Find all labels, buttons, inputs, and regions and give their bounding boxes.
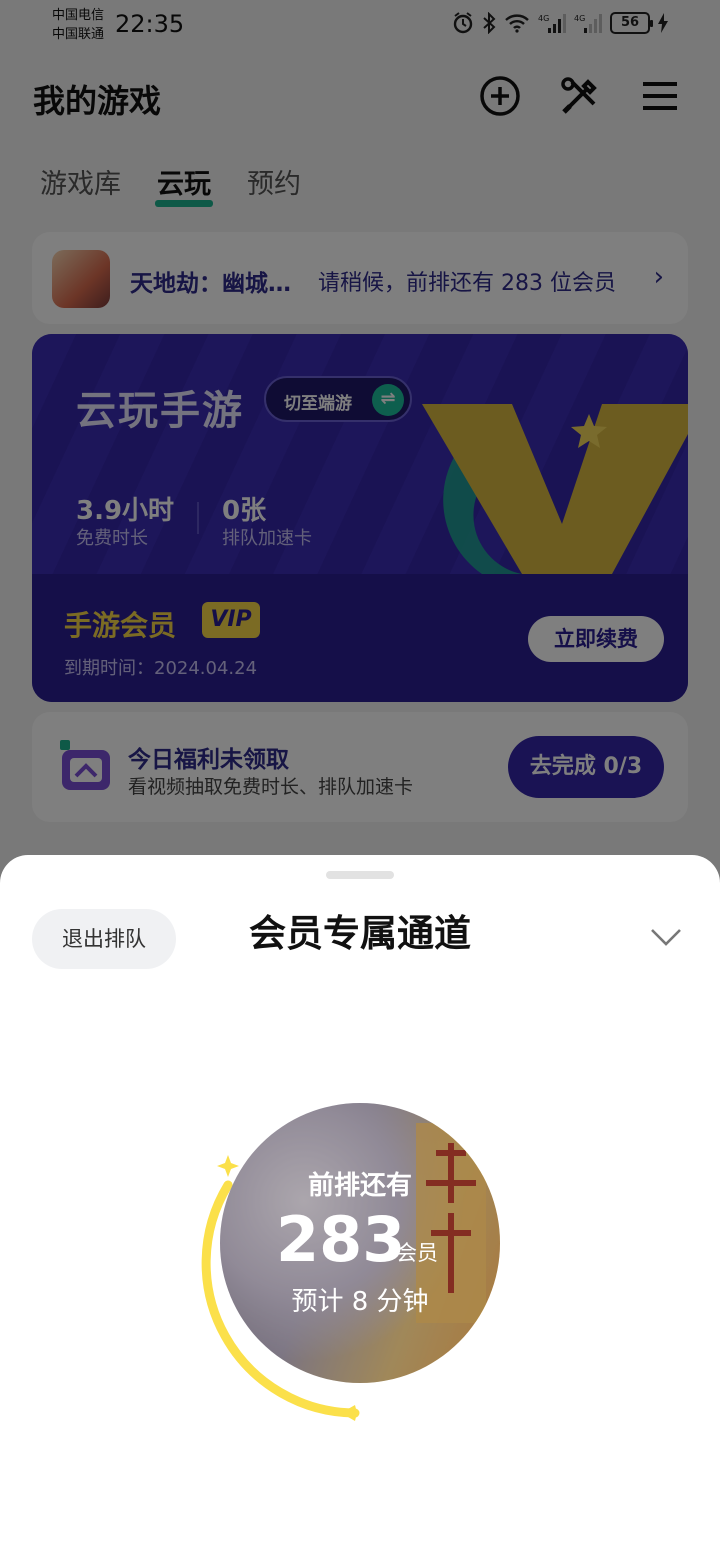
sheet-title: 会员专属通道 bbox=[249, 912, 471, 955]
queue-unit: 会员 bbox=[396, 1241, 438, 1265]
queue-game-art: 前排还有 283 会员 预计 8 分钟 bbox=[220, 1103, 500, 1383]
queue-eta: 预计 8 分钟 bbox=[291, 1287, 429, 1317]
queue-prefix: 前排还有 bbox=[307, 1171, 412, 1201]
drag-handle[interactable] bbox=[326, 871, 394, 879]
queue-count: 283 bbox=[276, 1203, 406, 1276]
member-queue-sheet: 退出排队 会员专属通道 前排还有 283 会员 预计 8 分钟 bbox=[0, 855, 720, 1560]
chevron-down-icon[interactable] bbox=[650, 927, 682, 947]
